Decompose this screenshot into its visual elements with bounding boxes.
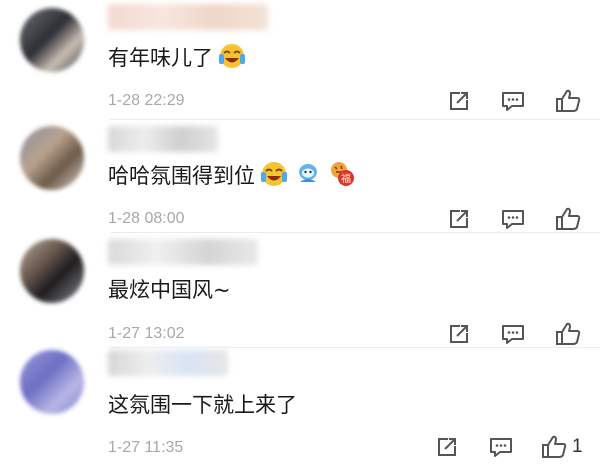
comment-text-content: 哈哈氛围得到位 (108, 164, 255, 188)
comment-actions: 1 (434, 434, 594, 462)
reply-icon[interactable] (500, 206, 528, 234)
thumbs-up-icon[interactable] (554, 206, 582, 234)
laughing-tears-emoji (217, 42, 247, 78)
like-count: 1 (572, 436, 583, 457)
timestamp: 1-28 08:00 (108, 210, 185, 227)
thumbs-up-icon[interactable] (554, 88, 582, 116)
comment-text-content: 有年味儿了 (108, 46, 213, 70)
comment-text: 哈哈氛围得到位 福 (108, 160, 357, 196)
tiger-fu-emoji: 福 (327, 160, 357, 196)
timestamp: 1-28 22:29 (108, 92, 185, 109)
reply-icon[interactable] (500, 321, 528, 349)
share-icon[interactable] (446, 88, 474, 116)
comment-text: 这氛围一下就上来了 (108, 390, 297, 420)
comment-item: 这氛围一下就上来了 1-27 11:35 1 (0, 348, 600, 463)
comment-actions (446, 88, 586, 116)
reply-icon[interactable] (500, 88, 528, 116)
svg-text:福: 福 (341, 172, 351, 185)
blue-mascot-emoji (293, 160, 323, 196)
comment-item: 有年味儿了 1-28 22:29 (0, 0, 600, 118)
username-blurred[interactable] (108, 350, 228, 376)
comment-actions (446, 321, 586, 349)
comment-actions (446, 206, 586, 234)
laughing-tears-emoji (259, 160, 289, 196)
comment-text: 最炫中国风~ (108, 275, 231, 305)
share-icon[interactable] (446, 321, 474, 349)
avatar[interactable] (20, 8, 84, 72)
thumbs-up-icon[interactable] (554, 321, 582, 349)
avatar[interactable] (20, 350, 84, 414)
comment-item: 最炫中国风~ 1-27 13:02 (0, 233, 600, 347)
timestamp: 1-27 13:02 (108, 325, 185, 342)
avatar[interactable] (20, 126, 84, 190)
username-blurred[interactable] (108, 239, 258, 265)
reply-icon[interactable] (488, 434, 516, 462)
share-icon[interactable] (446, 206, 474, 234)
comment-item: 哈哈氛围得到位 福 1-28 08:00 (0, 120, 600, 232)
comment-text: 有年味儿了 (108, 42, 247, 78)
avatar[interactable] (20, 239, 84, 303)
timestamp: 1-27 11:35 (108, 439, 184, 456)
share-icon[interactable] (434, 434, 462, 462)
thumbs-up-icon[interactable] (540, 434, 568, 462)
username-blurred[interactable] (108, 126, 218, 152)
username-blurred[interactable] (108, 4, 268, 30)
comment-text-content: 这氛围一下就上来了 (108, 393, 297, 417)
comment-text-content: 最炫中国风~ (108, 278, 231, 302)
